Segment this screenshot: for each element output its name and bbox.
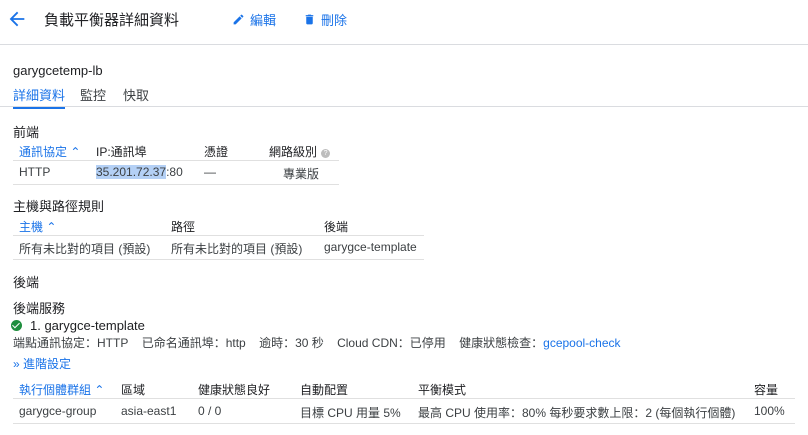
help-icon[interactable]: ? (321, 149, 331, 158)
zone-value: asia-east1 (121, 404, 177, 418)
delete-label: 刪除 (321, 13, 348, 28)
backend-heading: 後端 (13, 275, 40, 290)
group-value: garygce-group (19, 404, 97, 418)
top-bar: 負載平衡器詳細資料 編輯 刪除 (0, 0, 808, 45)
ip-address: 35.201.72.37 (96, 165, 167, 179)
trash-icon (305, 14, 314, 25)
backend-col-group[interactable]: 執行個體群組 ⌃ (19, 381, 104, 398)
backend-col-healthy: 健康狀態良好 (198, 383, 271, 397)
capacity-value: 100% (754, 404, 785, 418)
divider (13, 235, 424, 236)
host-col-path: 路徑 (171, 220, 196, 234)
edit-button[interactable]: 編輯 (232, 10, 276, 29)
host-col-host[interactable]: 主機 ⌃ (19, 218, 56, 235)
tab-cache[interactable]: 快取 (123, 85, 149, 104)
timeout: 逾時：30 秒 (259, 336, 324, 350)
health-check-label: 健康狀態檢查： (459, 336, 544, 350)
back-arrow-icon[interactable] (6, 8, 28, 30)
page-title: 負載平衡器詳細資料 (44, 12, 180, 29)
frontend-col-cert: 憑證 (204, 145, 229, 159)
host-rules-heading: 主機與路徑規則 (13, 199, 105, 214)
autoscale-value: 目標 CPU 用量 5% (300, 406, 401, 420)
healthy-value: 0 / 0 (198, 404, 222, 418)
divider (13, 259, 424, 260)
divider (13, 184, 339, 185)
cloud-cdn-status: Cloud CDN：已停用 (337, 336, 446, 350)
frontend-protocol: HTTP (19, 165, 51, 179)
mode-value: 最高 CPU 使用率：80% 每秒要求數上限：2 (每個執行個體) (418, 406, 736, 420)
frontend-col-ip: IP:通訊埠 (96, 145, 147, 159)
health-check-link[interactable]: gcepool-check (543, 336, 620, 350)
backend-service-details: 端點通訊協定：HTTP 已命名通訊埠：http 逾時：30 秒 Cloud CD… (13, 334, 621, 351)
endpoint-protocol: 端點通訊協定：HTTP (13, 336, 129, 350)
host-value: 所有未比對的項目 (預設) (19, 242, 151, 256)
sort-ascending-icon: ⌃ (46, 220, 57, 234)
host-col-backend: 後端 (324, 220, 349, 234)
check-circle-icon (11, 320, 22, 331)
backend-service-name: 1. garygce-template (30, 318, 145, 333)
frontend-tier: 專業版 (283, 167, 320, 181)
backend-col-capacity: 容量 (754, 383, 779, 397)
backend-value: garygce-template (324, 240, 417, 254)
named-port: 已命名通訊埠：http (141, 336, 246, 350)
load-balancer-name: garygcetemp-lb (13, 63, 103, 78)
backend-service-title: 1. garygce-template (11, 318, 145, 333)
tab-details[interactable]: 詳細資料 (13, 85, 66, 109)
backend-col-zone: 區域 (121, 383, 146, 397)
backend-services-heading: 後端服務 (13, 301, 66, 316)
advanced-settings-link[interactable]: » 進階設定 (13, 355, 71, 372)
path-value: 所有未比對的項目 (預設) (171, 242, 303, 256)
sort-ascending-icon: ⌃ (70, 145, 81, 159)
delete-button[interactable]: 刪除 (303, 10, 347, 29)
backend-col-autoscale: 自動配置 (300, 383, 349, 397)
divider (13, 160, 339, 161)
port: :80 (166, 165, 183, 179)
tab-bar: 詳細資料 監控 快取 (0, 84, 808, 109)
divider (13, 398, 795, 399)
frontend-cert: — (204, 165, 216, 179)
tab-monitoring[interactable]: 監控 (80, 85, 106, 104)
frontend-col-tier: 網路級別? (269, 143, 331, 160)
expand-icon: » (13, 357, 20, 371)
pencil-icon (233, 14, 244, 25)
frontend-col-protocol[interactable]: 通訊協定 ⌃ (19, 143, 80, 160)
sort-ascending-icon: ⌃ (94, 383, 105, 397)
edit-label: 編輯 (250, 13, 277, 28)
divider (13, 423, 795, 424)
backend-col-mode: 平衡模式 (418, 383, 467, 397)
frontend-heading: 前端 (13, 125, 40, 140)
frontend-ip-port: 35.201.72.37:80 (96, 165, 183, 179)
